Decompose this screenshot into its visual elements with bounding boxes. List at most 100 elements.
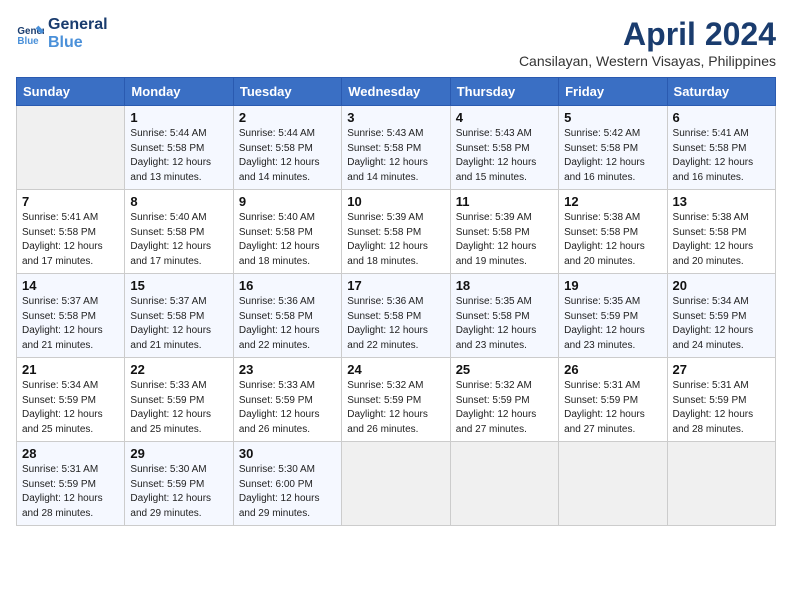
day-info: Sunrise: 5:31 AMSunset: 5:59 PMDaylight:… — [564, 379, 661, 437]
logo-line2: Blue — [48, 34, 108, 52]
calendar-body: 1 Sunrise: 5:44 AMSunset: 5:58 PMDaylight… — [17, 106, 776, 526]
calendar-cell: 7Sunrise: 5:41 AMSunset: 5:58 PMDaylight… — [17, 190, 125, 274]
day-number: 6 — [673, 110, 770, 125]
calendar-cell: 5 Sunrise: 5:42 AMSunset: 5:58 PMDaylight… — [559, 106, 667, 190]
calendar-cell — [559, 442, 667, 526]
day-number: 24 — [347, 362, 444, 377]
day-number: 28 — [22, 446, 119, 461]
weekday-header: Friday — [559, 78, 667, 106]
day-number: 7 — [22, 194, 119, 209]
day-info: Sunrise: 5:30 AMSunset: 5:59 PMDaylight:… — [130, 463, 227, 521]
svg-text:Blue: Blue — [17, 36, 39, 47]
calendar-cell: 13 Sunrise: 5:38 AMSunset: 5:58 PMDayligh… — [667, 190, 775, 274]
day-number: 12 — [564, 194, 661, 209]
day-info: Sunrise: 5:31 AMSunset: 5:59 PMDaylight:… — [22, 463, 119, 521]
weekday-header: Tuesday — [233, 78, 341, 106]
calendar-cell: 20 Sunrise: 5:34 AMSunset: 5:59 PMDayligh… — [667, 274, 775, 358]
day-info: Sunrise: 5:33 AMSunset: 5:59 PMDaylight:… — [130, 379, 227, 437]
day-number: 29 — [130, 446, 227, 461]
day-info: Sunrise: 5:43 AMSunset: 5:58 PMDaylight:… — [456, 127, 553, 185]
logo-line1: General — [48, 16, 108, 34]
day-number: 3 — [347, 110, 444, 125]
weekday-header: Saturday — [667, 78, 775, 106]
weekday-header: Sunday — [17, 78, 125, 106]
day-number: 27 — [673, 362, 770, 377]
calendar-cell: 26 Sunrise: 5:31 AMSunset: 5:59 PMDayligh… — [559, 358, 667, 442]
weekday-header: Wednesday — [342, 78, 450, 106]
calendar-cell: 19 Sunrise: 5:35 AMSunset: 5:59 PMDayligh… — [559, 274, 667, 358]
calendar-cell: 16 Sunrise: 5:36 AMSunset: 5:58 PMDayligh… — [233, 274, 341, 358]
logo-icon: General Blue — [16, 20, 44, 48]
calendar-cell: 25 Sunrise: 5:32 AMSunset: 5:59 PMDayligh… — [450, 358, 558, 442]
day-number: 25 — [456, 362, 553, 377]
day-info: Sunrise: 5:40 AMSunset: 5:58 PMDaylight:… — [130, 211, 227, 269]
day-number: 16 — [239, 278, 336, 293]
calendar-cell: 3 Sunrise: 5:43 AMSunset: 5:58 PMDaylight… — [342, 106, 450, 190]
calendar-cell — [17, 106, 125, 190]
day-info: Sunrise: 5:34 AMSunset: 5:59 PMDaylight:… — [673, 295, 770, 353]
day-number: 5 — [564, 110, 661, 125]
calendar-cell: 6 Sunrise: 5:41 AMSunset: 5:58 PMDaylight… — [667, 106, 775, 190]
day-info: Sunrise: 5:39 AMSunset: 5:58 PMDaylight:… — [456, 211, 553, 269]
day-number: 21 — [22, 362, 119, 377]
calendar-cell: 24 Sunrise: 5:32 AMSunset: 5:59 PMDayligh… — [342, 358, 450, 442]
calendar-week-row: 1 Sunrise: 5:44 AMSunset: 5:58 PMDaylight… — [17, 106, 776, 190]
calendar-table: SundayMondayTuesdayWednesdayThursdayFrid… — [16, 77, 776, 526]
calendar-week-row: 7Sunrise: 5:41 AMSunset: 5:58 PMDaylight… — [17, 190, 776, 274]
calendar-cell: 23 Sunrise: 5:33 AMSunset: 5:59 PMDayligh… — [233, 358, 341, 442]
day-number: 2 — [239, 110, 336, 125]
calendar-cell: 27 Sunrise: 5:31 AMSunset: 5:59 PMDayligh… — [667, 358, 775, 442]
day-number: 1 — [130, 110, 227, 125]
calendar-header-row: SundayMondayTuesdayWednesdayThursdayFrid… — [17, 78, 776, 106]
day-info: Sunrise: 5:40 AMSunset: 5:58 PMDaylight:… — [239, 211, 336, 269]
calendar-cell: 12 Sunrise: 5:38 AMSunset: 5:58 PMDayligh… — [559, 190, 667, 274]
day-info: Sunrise: 5:36 AMSunset: 5:58 PMDaylight:… — [347, 295, 444, 353]
day-info: Sunrise: 5:42 AMSunset: 5:58 PMDaylight:… — [564, 127, 661, 185]
calendar-week-row: 28 Sunrise: 5:31 AMSunset: 5:59 PMDayligh… — [17, 442, 776, 526]
calendar-cell: 17 Sunrise: 5:36 AMSunset: 5:58 PMDayligh… — [342, 274, 450, 358]
day-info: Sunrise: 5:38 AMSunset: 5:58 PMDaylight:… — [673, 211, 770, 269]
calendar-cell: 4 Sunrise: 5:43 AMSunset: 5:58 PMDaylight… — [450, 106, 558, 190]
day-number: 11 — [456, 194, 553, 209]
day-info: Sunrise: 5:31 AMSunset: 5:59 PMDaylight:… — [673, 379, 770, 437]
subtitle: Cansilayan, Western Visayas, Philippines — [519, 53, 776, 69]
calendar-cell: 29 Sunrise: 5:30 AMSunset: 5:59 PMDayligh… — [125, 442, 233, 526]
day-info: Sunrise: 5:43 AMSunset: 5:58 PMDaylight:… — [347, 127, 444, 185]
day-number: 9 — [239, 194, 336, 209]
day-number: 23 — [239, 362, 336, 377]
day-info: Sunrise: 5:35 AMSunset: 5:59 PMDaylight:… — [564, 295, 661, 353]
day-number: 4 — [456, 110, 553, 125]
calendar-cell: 11 Sunrise: 5:39 AMSunset: 5:58 PMDayligh… — [450, 190, 558, 274]
day-number: 30 — [239, 446, 336, 461]
day-number: 10 — [347, 194, 444, 209]
calendar-cell: 8Sunrise: 5:40 AMSunset: 5:58 PMDaylight… — [125, 190, 233, 274]
weekday-header: Monday — [125, 78, 233, 106]
day-info: Sunrise: 5:32 AMSunset: 5:59 PMDaylight:… — [347, 379, 444, 437]
calendar-cell: 2 Sunrise: 5:44 AMSunset: 5:58 PMDaylight… — [233, 106, 341, 190]
logo: General Blue General Blue — [16, 16, 108, 53]
calendar-cell — [667, 442, 775, 526]
weekday-header: Thursday — [450, 78, 558, 106]
day-number: 26 — [564, 362, 661, 377]
day-number: 13 — [673, 194, 770, 209]
day-number: 22 — [130, 362, 227, 377]
day-number: 19 — [564, 278, 661, 293]
day-info: Sunrise: 5:32 AMSunset: 5:59 PMDaylight:… — [456, 379, 553, 437]
day-number: 17 — [347, 278, 444, 293]
calendar-week-row: 21Sunrise: 5:34 AMSunset: 5:59 PMDayligh… — [17, 358, 776, 442]
day-info: Sunrise: 5:33 AMSunset: 5:59 PMDaylight:… — [239, 379, 336, 437]
day-info: Sunrise: 5:44 AMSunset: 5:58 PMDaylight:… — [130, 127, 227, 185]
day-number: 18 — [456, 278, 553, 293]
day-number: 20 — [673, 278, 770, 293]
day-number: 15 — [130, 278, 227, 293]
calendar-cell: 14Sunrise: 5:37 AMSunset: 5:58 PMDayligh… — [17, 274, 125, 358]
calendar-cell: 15Sunrise: 5:37 AMSunset: 5:58 PMDayligh… — [125, 274, 233, 358]
day-info: Sunrise: 5:44 AMSunset: 5:58 PMDaylight:… — [239, 127, 336, 185]
day-info: Sunrise: 5:36 AMSunset: 5:58 PMDaylight:… — [239, 295, 336, 353]
day-info: Sunrise: 5:38 AMSunset: 5:58 PMDaylight:… — [564, 211, 661, 269]
day-info: Sunrise: 5:39 AMSunset: 5:58 PMDaylight:… — [347, 211, 444, 269]
month-title: April 2024 — [519, 16, 776, 53]
day-info: Sunrise: 5:35 AMSunset: 5:58 PMDaylight:… — [456, 295, 553, 353]
calendar-cell: 21Sunrise: 5:34 AMSunset: 5:59 PMDayligh… — [17, 358, 125, 442]
day-info: Sunrise: 5:41 AMSunset: 5:58 PMDaylight:… — [673, 127, 770, 185]
